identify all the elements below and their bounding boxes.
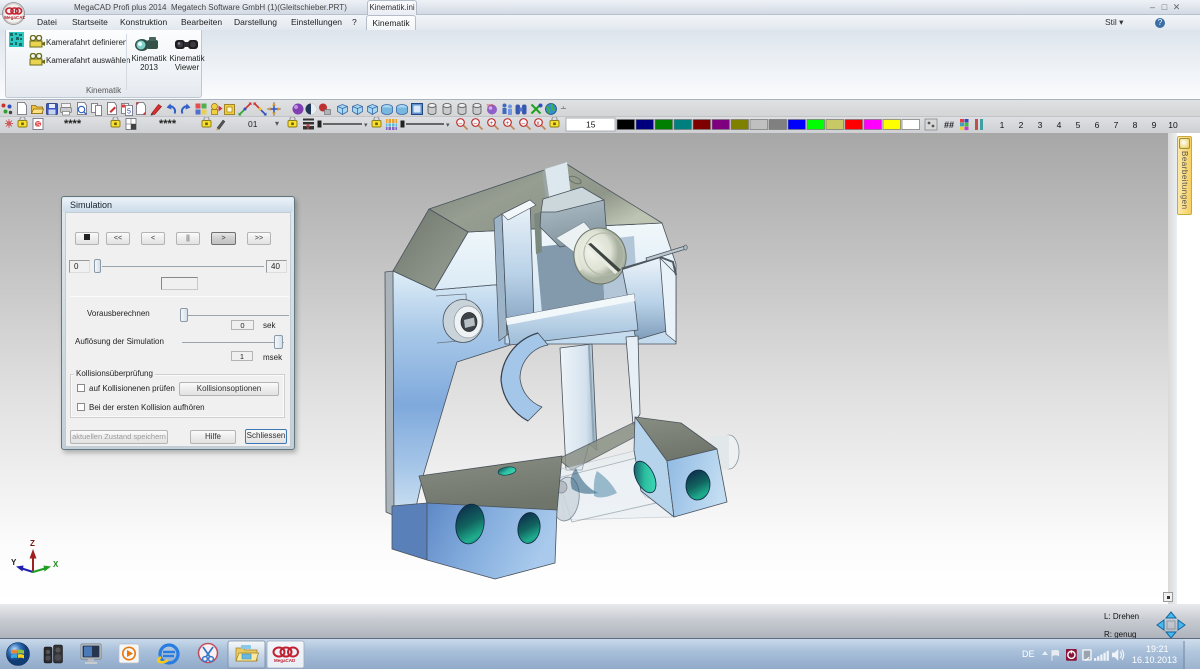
svg-text:9: 9 [1152,120,1157,130]
svg-text:##: ## [944,120,954,130]
svg-text:1: 1 [1000,120,1005,130]
svg-text:15: 15 [586,120,596,130]
svg-text:+: + [489,120,493,127]
svg-text:MegaCAD: MegaCAD [4,15,25,20]
svg-text:–: – [521,120,525,127]
svg-text:6: 6 [1095,120,1100,130]
svg-text:Y: Y [11,558,17,567]
svg-text:MegaCAD: MegaCAD [274,658,296,663]
svg-text:4: 4 [1057,120,1062,130]
svg-text:–: – [458,120,462,127]
svg-text:01: 01 [248,119,258,129]
svg-text:+: + [505,120,509,127]
svg-text:X: X [53,560,59,569]
svg-text:▾: ▾ [364,122,368,129]
svg-text:SPL: SPL [487,103,495,108]
svg-text:10: 10 [1168,120,1178,130]
svg-text:–: – [473,120,477,127]
svg-text:∸: ∸ [560,104,567,113]
svg-text:DE: DE [1022,649,1035,659]
svg-text:▾: ▾ [446,122,450,129]
svg-text:16.10.2013: 16.10.2013 [1132,655,1177,665]
svg-text:▾: ▾ [275,119,279,128]
svg-text:****: **** [159,118,177,130]
svg-text:3: 3 [1038,120,1043,130]
svg-text:****: **** [64,118,82,130]
svg-text:8: 8 [1133,120,1138,130]
svg-text:5: 5 [127,109,131,116]
svg-text:19:21: 19:21 [1146,644,1169,654]
svg-text:Z: Z [30,539,35,548]
svg-text:2: 2 [1019,120,1024,130]
svg-text:5: 5 [1076,120,1081,130]
svg-text:7: 7 [1114,120,1119,130]
svg-text:S: S [36,122,41,129]
